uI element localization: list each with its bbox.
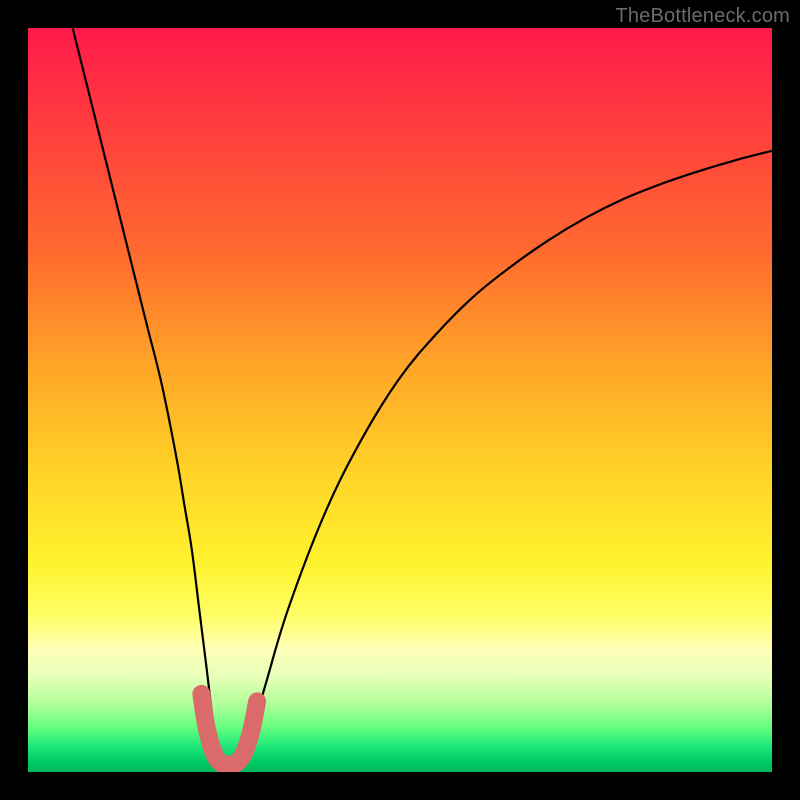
gradient-background <box>28 28 772 772</box>
bottleneck-chart <box>28 28 772 772</box>
plot-area <box>28 28 772 772</box>
chart-frame: TheBottleneck.com <box>0 0 800 800</box>
watermark-text: TheBottleneck.com <box>615 5 790 28</box>
